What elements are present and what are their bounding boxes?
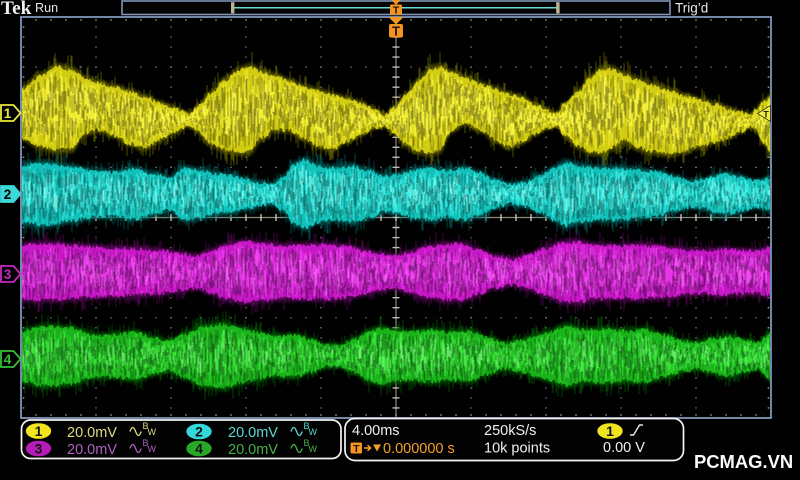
svg-text:W: W [148, 427, 157, 437]
svg-text:20.0mV: 20.0mV [67, 442, 117, 458]
svg-text:W: W [148, 444, 157, 454]
svg-text:PCMAG.VN: PCMAG.VN [694, 451, 793, 472]
svg-text:1: 1 [606, 423, 614, 439]
svg-text:Run: Run [35, 1, 58, 15]
svg-text:0.00 V: 0.00 V [603, 440, 645, 456]
svg-text:10k points: 10k points [484, 441, 550, 457]
svg-text:0.000000 s: 0.000000 s [383, 441, 455, 457]
svg-text:2: 2 [195, 424, 203, 440]
svg-text:T: T [393, 4, 400, 16]
svg-text:20.0mV: 20.0mV [67, 425, 117, 441]
svg-text:Trig’d: Trig’d [675, 1, 708, 16]
svg-text:2: 2 [4, 187, 12, 202]
svg-text:20.0mV: 20.0mV [228, 425, 278, 441]
svg-text:W: W [309, 427, 318, 437]
svg-text:4: 4 [195, 441, 203, 457]
svg-text:4: 4 [4, 352, 12, 367]
svg-text:1: 1 [4, 106, 12, 121]
svg-text:T: T [353, 443, 360, 455]
svg-text:T: T [763, 110, 769, 120]
svg-text:20.0mV: 20.0mV [228, 442, 278, 458]
svg-text:1: 1 [35, 423, 43, 439]
svg-text:4.00ms: 4.00ms [352, 423, 400, 439]
svg-text:T: T [392, 24, 400, 39]
svg-text:3: 3 [35, 441, 43, 457]
svg-text:250kS/s: 250kS/s [484, 423, 536, 439]
svg-text:W: W [309, 444, 318, 454]
svg-text:3: 3 [4, 267, 12, 282]
